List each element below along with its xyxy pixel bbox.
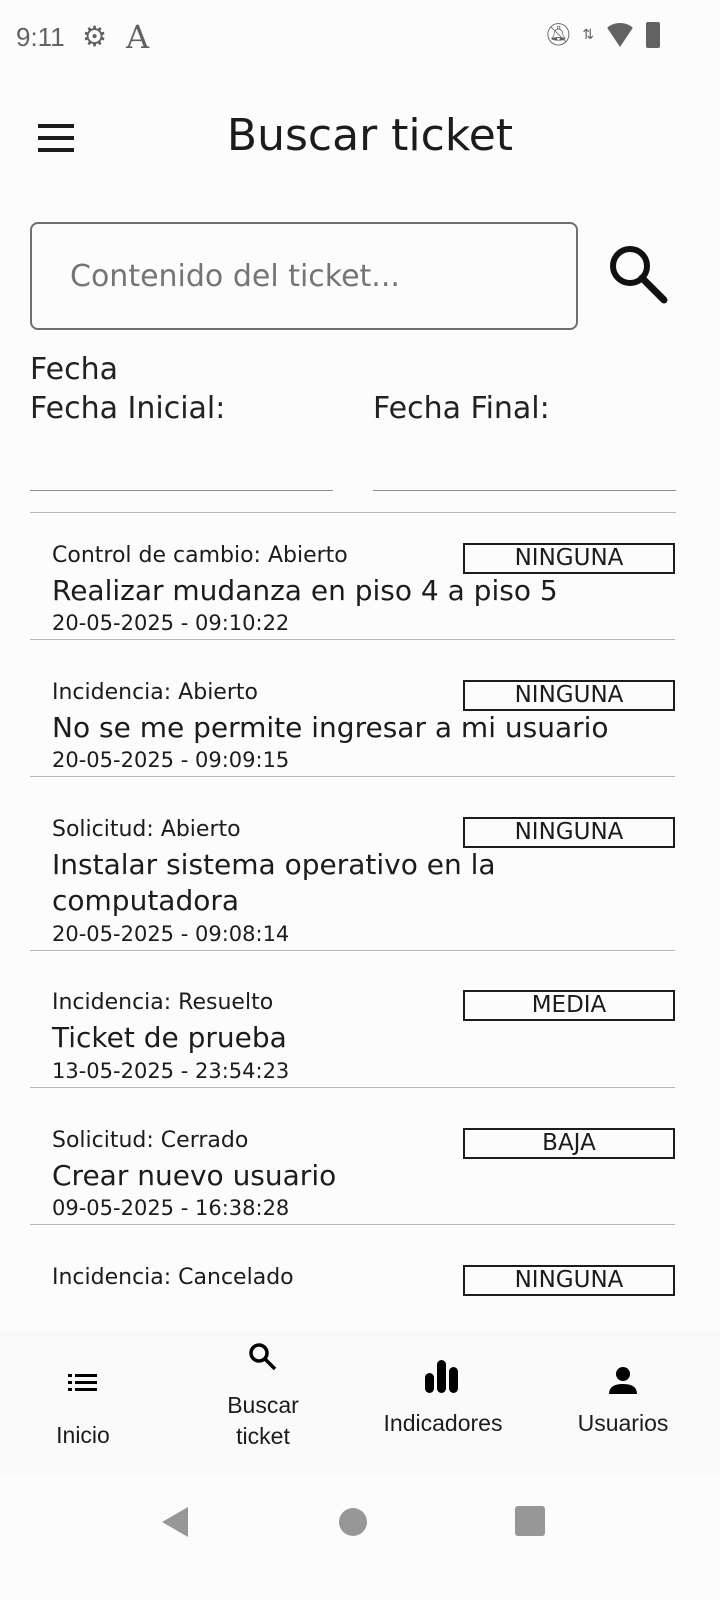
- ticket-type: Solicitud: Cerrado: [52, 1128, 249, 1153]
- nav-tab-inicio[interactable]: Inicio: [0, 1370, 173, 1449]
- home-icon[interactable]: [338, 1507, 368, 1537]
- data-arrows-icon: ⇅: [582, 27, 594, 43]
- ticket-title: No se me permite ingresar a mi usuario: [52, 711, 609, 744]
- ticket-title: Instalar sistema operativo en la computa…: [52, 848, 496, 917]
- divider: [30, 512, 676, 513]
- end-date-field[interactable]: [373, 490, 676, 491]
- priority-badge: NINGUNA: [463, 680, 675, 711]
- end-date-label: Fecha Final:: [373, 391, 550, 426]
- ticket-item[interactable]: Solicitud: Abierto NINGUNA Instalar sist…: [30, 817, 675, 951]
- ticket-item[interactable]: Incidencia: Cancelado NINGUNA: [30, 1265, 675, 1330]
- ticket-title: Realizar mudanza en piso 4 a piso 5: [52, 574, 558, 607]
- ticket-date: 20-05-2025 - 09:10:22: [52, 611, 290, 635]
- ticket-item[interactable]: Incidencia: Resuelto MEDIA Ticket de pru…: [30, 990, 675, 1088]
- ticket-item[interactable]: Solicitud: Cerrado BAJA Crear nuevo usua…: [30, 1128, 675, 1225]
- bottom-nav: Inicio Buscar ticket Indicadores Usuario…: [0, 1330, 720, 1475]
- nav-tab-usuarios[interactable]: Usuarios: [533, 1364, 713, 1437]
- search-icon: [249, 1343, 277, 1371]
- ticket-date: 20-05-2025 - 09:09:15: [52, 748, 290, 772]
- bar-chart-icon: [425, 1360, 458, 1393]
- nav-tab-buscar-ticket[interactable]: Buscar ticket: [173, 1340, 353, 1452]
- nav-label: Buscar ticket: [227, 1392, 299, 1449]
- list-icon: [68, 1374, 97, 1391]
- ticket-type: Incidencia: Cancelado: [52, 1265, 294, 1290]
- person-icon: [609, 1367, 637, 1394]
- ticket-date: 09-05-2025 - 16:38:28: [52, 1196, 290, 1220]
- ticket-date: 13-05-2025 - 23:54:23: [52, 1059, 290, 1083]
- ticket-type: Incidencia: Resuelto: [52, 990, 274, 1015]
- priority-badge: NINGUNA: [463, 1265, 675, 1296]
- priority-badge: NINGUNA: [463, 543, 675, 574]
- ticket-title: Ticket de prueba: [52, 1021, 287, 1054]
- ticket-item[interactable]: Incidencia: Abierto NINGUNA No se me per…: [30, 680, 675, 777]
- system-nav-bar: [0, 1475, 720, 1600]
- battery-icon: [646, 22, 660, 48]
- nav-label: Indicadores: [383, 1410, 503, 1436]
- nav-label: Inicio: [56, 1422, 110, 1448]
- search-icon[interactable]: [604, 240, 670, 306]
- page-title: Buscar ticket: [226, 110, 514, 161]
- start-date-field[interactable]: [30, 490, 333, 491]
- ticket-item[interactable]: Control de cambio: Abierto NINGUNA Reali…: [30, 543, 675, 640]
- recents-icon[interactable]: [514, 1505, 546, 1537]
- notifications-off-icon: 🔕︎: [544, 22, 573, 48]
- ticket-date: 20-05-2025 - 09:08:14: [52, 922, 290, 946]
- nav-tab-indicadores[interactable]: Indicadores: [353, 1358, 533, 1437]
- priority-badge: BAJA: [463, 1128, 675, 1159]
- ticket-title: Crear nuevo usuario: [52, 1159, 337, 1192]
- gear-icon: ⚙: [82, 20, 108, 53]
- ticket-type: Control de cambio: Abierto: [52, 543, 348, 568]
- nav-label: Usuarios: [577, 1410, 669, 1436]
- date-section-label: Fecha: [30, 352, 118, 387]
- search-input[interactable]: [30, 222, 578, 330]
- back-icon[interactable]: [160, 1505, 192, 1539]
- priority-badge: MEDIA: [463, 990, 675, 1021]
- status-time: 9:11: [16, 22, 65, 52]
- priority-badge: NINGUNA: [463, 817, 675, 848]
- start-date-label: Fecha Inicial:: [30, 391, 226, 426]
- wifi-icon: [604, 23, 636, 47]
- status-bar: 9:11 ⚙ A 🔕︎ ⇅: [0, 0, 720, 80]
- ticket-type: Incidencia: Abierto: [52, 680, 258, 705]
- font-icon: A: [126, 18, 150, 56]
- ticket-type: Solicitud: Abierto: [52, 817, 241, 842]
